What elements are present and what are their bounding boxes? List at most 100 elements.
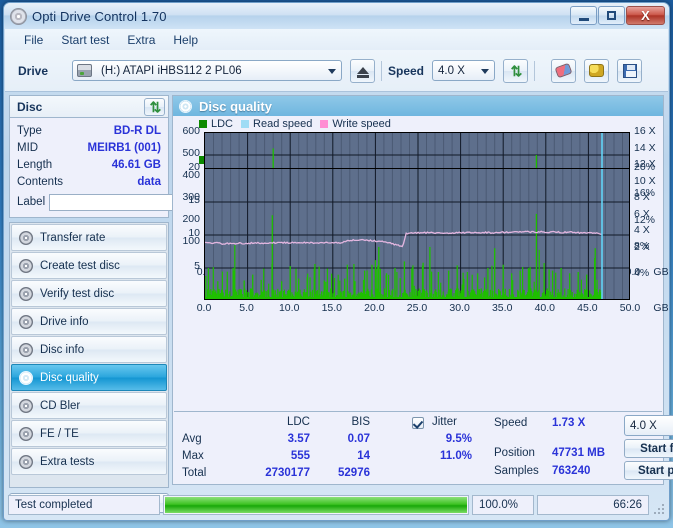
y2-tick-label: 8% [634,240,649,252]
x-tick-label: 45.0 [567,302,607,314]
disc-row-mid: MID MEIRB1 (001) [17,139,161,156]
stats-max-ldc: 555 [260,450,310,462]
maximize-button[interactable] [598,6,625,25]
menu-item-help[interactable]: Help [164,31,207,49]
sidebar-item-extra-tests[interactable]: Extra tests [11,448,167,475]
sidebar-item-cd-bler[interactable]: CD Bler [11,392,167,419]
y2-tick-label: 12% [634,214,655,226]
eraser-icon [555,63,573,78]
menu-item-file[interactable]: File [15,31,52,49]
elapsed-time: 66:26 [607,499,648,511]
stats-samples-label: Samples [494,465,539,477]
disc-quality-panel: Disc quality LDC Read speed Write speed … [172,95,664,485]
y-tick-label: 15 [173,194,200,206]
application-window: Opti Drive Control 1.70 X File Start tes… [3,2,670,521]
sidebar-item-label: Disc info [40,344,84,356]
sidebar-item-label: Extra tests [40,456,94,468]
stats-row-label-total: Total [182,467,206,479]
sidebar-item-label: Transfer rate [40,232,105,244]
settings-button[interactable] [584,59,609,83]
toolbar-divider [381,61,382,81]
stats-row-label-avg: Avg [182,433,202,445]
x-tick-label: 5.0 [227,302,267,314]
drive-select[interactable]: (H:) ATAPI iHBS112 2 PL06 [72,60,342,81]
sidebar-item-label: CD Bler [40,400,80,412]
start-full-button[interactable]: Start full [624,439,673,458]
sidebar-item-verify-test-disc[interactable]: Verify test disc [11,280,167,307]
disc-refresh-button[interactable]: ⇅ [144,98,165,116]
sidebar-item-drive-info[interactable]: Drive info [11,308,167,335]
y2-tick-label: 4% [634,267,649,279]
status-message: Test completed [9,499,98,511]
drive-label: Drive [18,64,72,78]
save-button[interactable] [617,59,642,83]
progress-bar-fill [165,497,467,513]
sidebar-item-disc-quality[interactable]: Disc quality [11,364,167,391]
y-tick-label: 10 [173,227,200,239]
x-tick-label: 40.0 [525,302,565,314]
test-speed-select[interactable]: 4.0 X [624,415,673,436]
stats-speed-value: 1.73 X [552,417,618,429]
disc-panel-title: Disc [17,100,42,114]
x-tick-label: 25.0 [397,302,437,314]
sidebar-item-disc-info[interactable]: Disc info [11,336,167,363]
eject-button[interactable] [350,59,375,83]
y-tick-label: 5 [173,260,200,272]
disc-icon [19,427,33,441]
stats-avg-ldc: 3.57 [260,433,310,445]
x-tick-label: 50.0 [610,302,650,314]
disc-label-row: Label [17,192,161,212]
close-button[interactable]: X [626,6,665,25]
start-full-label: Start full [640,443,673,455]
jitter-checkbox[interactable] [412,417,424,429]
legend-label-read-speed: Read speed [253,118,312,130]
disc-value-contents: data [137,176,161,188]
menu-item-start-test[interactable]: Start test [52,31,118,49]
sidebar-item-label: Disc quality [40,372,99,384]
minimize-icon [579,18,589,21]
sidebar-item-create-test-disc[interactable]: Create test disc [11,252,167,279]
drive-select-value: (H:) ATAPI iHBS112 2 PL06 [96,65,242,77]
stats-avg-jitter: 9.5% [414,433,472,445]
disc-row-type: Type BD-R DL [17,122,161,139]
start-part-button[interactable]: Start part [624,461,673,480]
speed-select-value: 4.0 X [433,65,465,77]
stats-max-jitter: 11.0% [414,450,472,462]
stats-header-bis: BIS [322,416,370,428]
sidebar-item-fe-te[interactable]: FE / TE [11,420,167,447]
y-tick-label: 500 [173,147,200,159]
x-tick-label: 0.0 [184,302,224,314]
y2-tick-label: 10 X [634,175,656,187]
app-disc-icon [10,8,27,25]
disc-icon [19,371,33,385]
x-axis-unit-label: GB [650,266,672,278]
y-tick-label: 600 [173,125,200,137]
progress-percent: 100.0% [473,499,524,511]
chevron-down-icon [481,69,489,74]
progress-percent-box: 100.0% [472,495,534,515]
y2-tick-label: 16 X [634,125,656,137]
sidebar-item-transfer-rate[interactable]: Transfer rate [11,224,167,251]
chart-bottom-plot-area[interactable] [204,168,630,300]
minimize-button[interactable] [570,6,597,25]
speed-select[interactable]: 4.0 X [432,60,495,81]
menu-item-extra[interactable]: Extra [118,31,164,49]
disc-info-body: Type BD-R DL MID MEIRB1 (001) Length 46.… [9,117,169,218]
disc-value-type: BD-R DL [114,125,161,137]
window-title: Opti Drive Control 1.70 [32,9,167,24]
erase-button[interactable] [551,59,576,83]
y2-tick-label: 4 X [634,224,650,236]
resize-grip-icon[interactable] [652,502,665,515]
refresh-arrows-icon: ⇅ [511,64,521,78]
x-tick-label: 30.0 [440,302,480,314]
page-title: Disc quality [199,99,272,114]
stats-samples-value: 763240 [552,465,618,477]
disc-key-length: Length [17,159,52,171]
chart-bottom-svg [205,169,630,300]
disc-panel-header: Disc ⇅ [9,95,169,117]
disc-key-contents: Contents [17,176,63,188]
disc-icon [19,455,33,469]
refresh-button[interactable]: ⇅ [503,59,528,83]
y2-tick-label: 20% [634,161,655,173]
disc-row-contents: Contents data [17,173,161,190]
